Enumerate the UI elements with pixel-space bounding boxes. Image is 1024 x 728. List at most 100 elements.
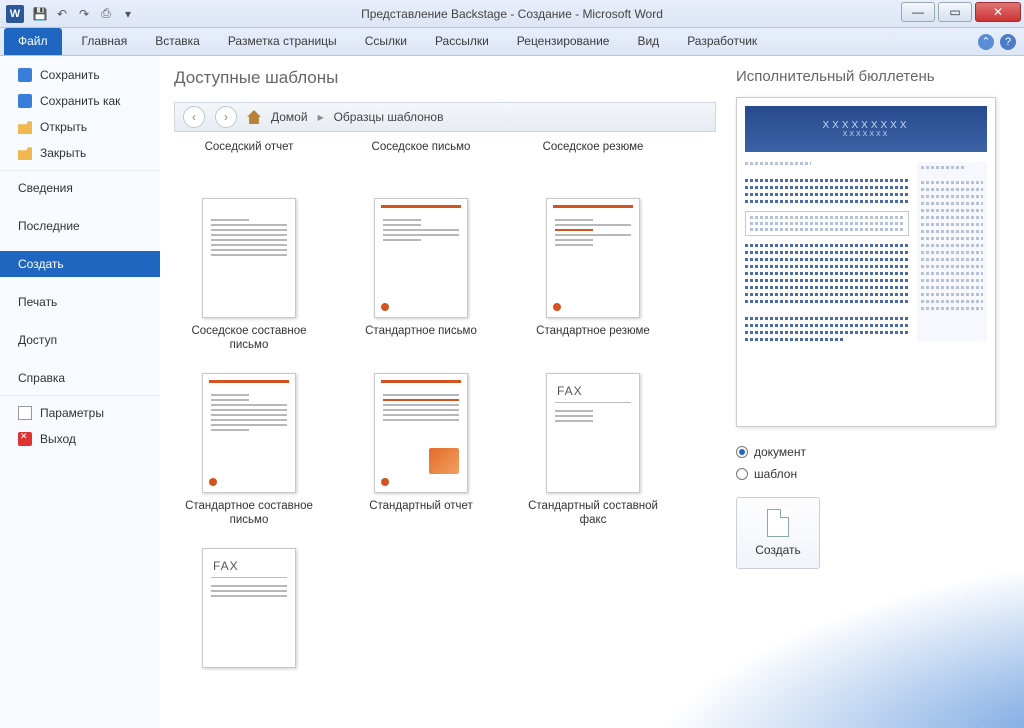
tab-pagelayout[interactable]: Разметка страницы xyxy=(214,28,351,55)
template-item[interactable]: Стандартное составное письмо xyxy=(184,373,314,528)
close-button[interactable]: ✕ xyxy=(975,2,1021,22)
titlebar: W 💾 ↶ ↷ ⎙ ▾ Представление Backstage - Со… xyxy=(0,0,1024,28)
home-icon[interactable] xyxy=(247,110,261,124)
breadcrumb-sep-icon: ▸ xyxy=(318,110,324,124)
window-title: Представление Backstage - Создание - Mic… xyxy=(0,7,1024,21)
qat-redo-icon[interactable]: ↷ xyxy=(76,6,92,22)
tab-home[interactable]: Главная xyxy=(68,28,142,55)
template-label: Соседское составное письмо xyxy=(184,324,314,353)
sidebar-item-label: Сохранить xyxy=(40,68,100,82)
template-thumb: FAX xyxy=(202,548,296,668)
nav-back-button[interactable]: ‹ xyxy=(183,106,205,128)
tab-insert[interactable]: Вставка xyxy=(141,28,214,55)
template-label: Стандартный отчет xyxy=(369,499,473,527)
qat-save-icon[interactable]: 💾 xyxy=(32,6,48,22)
create-button[interactable]: Создать xyxy=(736,497,820,569)
maximize-button[interactable]: ▭ xyxy=(938,2,972,22)
template-item[interactable]: Соседское резюме xyxy=(528,134,658,168)
panel-title: Доступные шаблоны xyxy=(174,68,716,88)
template-label: Соседское письмо xyxy=(372,140,471,168)
templates-scroll[interactable]: Соседский отчет Соседское письмо Соседск… xyxy=(174,134,716,728)
close-folder-icon xyxy=(18,146,32,160)
preview-title: Исполнительный бюллетень xyxy=(736,68,1008,85)
template-item[interactable]: Соседское составное письмо xyxy=(184,198,314,353)
breadcrumb: ‹ › Домой ▸ Образцы шаблонов xyxy=(174,102,716,132)
ribbon-help-area: ⌃ ? xyxy=(978,28,1024,55)
sidebar-item-help[interactable]: Справка xyxy=(0,365,160,391)
radio-document[interactable]: документ xyxy=(736,445,1008,459)
template-thumb xyxy=(374,198,468,318)
save-icon xyxy=(18,68,32,82)
template-label: Соседский отчет xyxy=(205,140,294,168)
sidebar-item-saveas[interactable]: Сохранить как xyxy=(0,88,160,114)
sidebar-item-info[interactable]: Сведения xyxy=(0,170,160,201)
template-label: Стандартное письмо xyxy=(365,324,477,352)
sidebar-item-print[interactable]: Печать xyxy=(0,289,160,315)
template-label: Стандартное составное письмо xyxy=(184,499,314,528)
exit-icon xyxy=(18,432,32,446)
sidebar-item-label: Печать xyxy=(18,295,57,309)
sidebar-item-close[interactable]: Закрыть xyxy=(0,140,160,166)
qat-dropdown-icon[interactable]: ▾ xyxy=(120,6,136,22)
breadcrumb-home[interactable]: Домой xyxy=(271,110,308,124)
radio-label: шаблон xyxy=(754,467,797,481)
sidebar-item-label: Параметры xyxy=(40,406,104,420)
help-icon[interactable]: ? xyxy=(1000,34,1016,50)
create-button-label: Создать xyxy=(755,543,801,557)
tab-view[interactable]: Вид xyxy=(623,28,673,55)
breadcrumb-path[interactable]: Образцы шаблонов xyxy=(334,110,444,124)
tab-references[interactable]: Ссылки xyxy=(351,28,421,55)
sidebar-item-label: Создать xyxy=(18,257,64,271)
sidebar-item-save[interactable]: Сохранить xyxy=(0,62,160,88)
tab-mailings[interactable]: Рассылки xyxy=(421,28,503,55)
document-icon xyxy=(767,509,789,537)
sidebar-item-open[interactable]: Открыть xyxy=(0,114,160,140)
create-as-group: документ шаблон xyxy=(736,445,1008,481)
sidebar-item-options[interactable]: Параметры xyxy=(0,395,160,426)
sidebar-item-label: Сведения xyxy=(18,181,73,195)
radio-icon xyxy=(736,446,748,458)
template-label: Стандартный составной факс xyxy=(528,499,658,528)
minimize-ribbon-icon[interactable]: ⌃ xyxy=(978,34,994,50)
backstage-sidebar: Сохранить Сохранить как Открыть Закрыть … xyxy=(0,56,160,728)
radio-label: документ xyxy=(754,445,806,459)
qat-print-icon[interactable]: ⎙ xyxy=(98,6,114,22)
template-item[interactable]: FAX Стандартный составной факс xyxy=(528,373,658,528)
sidebar-item-label: Последние xyxy=(18,219,80,233)
template-thumb xyxy=(546,198,640,318)
word-app-icon: W xyxy=(6,5,24,23)
sidebar-item-label: Сохранить как xyxy=(40,94,120,108)
saveas-icon xyxy=(18,94,32,108)
template-item[interactable]: Соседский отчет xyxy=(184,134,314,168)
sidebar-item-label: Справка xyxy=(18,371,65,385)
radio-template[interactable]: шаблон xyxy=(736,467,1008,481)
template-item[interactable]: FAX xyxy=(184,548,314,702)
nav-forward-button[interactable]: › xyxy=(215,106,237,128)
sidebar-item-new[interactable]: Создать xyxy=(0,251,160,277)
preview-panel: Исполнительный бюллетень XXXXXXXXX XXXXX… xyxy=(724,56,1024,728)
sidebar-item-label: Выход xyxy=(40,432,76,446)
template-preview: XXXXXXXXX XXXXXXX xyxy=(736,97,996,427)
window-buttons: — ▭ ✕ xyxy=(901,0,1024,27)
open-icon xyxy=(18,120,32,134)
tab-review[interactable]: Рецензирование xyxy=(503,28,624,55)
templates-panel: Доступные шаблоны ‹ › Домой ▸ Образцы ша… xyxy=(160,56,724,728)
template-item[interactable]: Соседское письмо xyxy=(356,134,486,168)
radio-icon xyxy=(736,468,748,480)
sidebar-item-recent[interactable]: Последние xyxy=(0,213,160,239)
minimize-button[interactable]: — xyxy=(901,2,935,22)
template-item[interactable]: Стандартное письмо xyxy=(356,198,486,353)
preview-banner-sub: XXXXXXX xyxy=(843,131,890,138)
template-item[interactable]: Стандартное резюме xyxy=(528,198,658,353)
sidebar-item-exit[interactable]: Выход xyxy=(0,426,160,452)
template-item[interactable]: Стандартный отчет xyxy=(356,373,486,528)
preview-banner-text: XXXXXXXXX xyxy=(822,120,909,131)
template-label: Соседское резюме xyxy=(543,140,644,168)
template-thumb xyxy=(202,198,296,318)
template-label: Стандартное резюме xyxy=(536,324,650,352)
options-icon xyxy=(18,406,32,420)
qat-undo-icon[interactable]: ↶ xyxy=(54,6,70,22)
tab-developer[interactable]: Разработчик xyxy=(673,28,771,55)
tab-file[interactable]: Файл xyxy=(4,28,62,55)
sidebar-item-share[interactable]: Доступ xyxy=(0,327,160,353)
